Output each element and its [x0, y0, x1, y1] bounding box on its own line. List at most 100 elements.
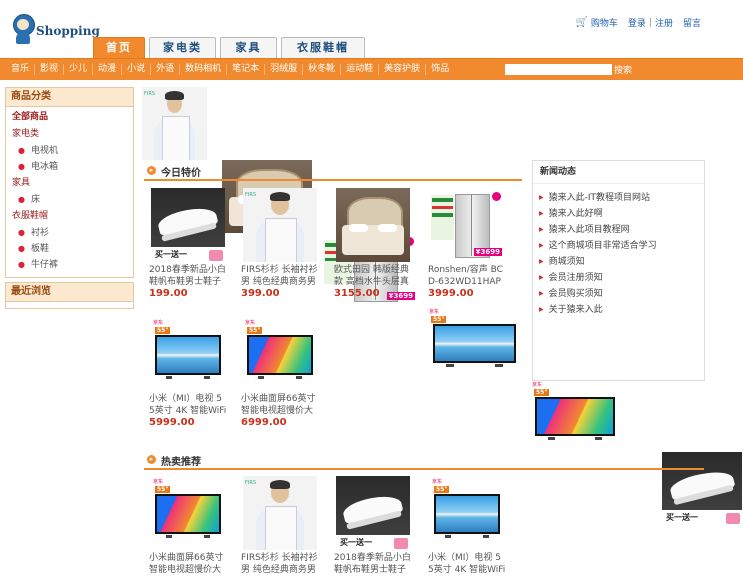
- nav-item[interactable]: 秋冬靴: [303, 64, 342, 75]
- news-item[interactable]: ▶ 会员注册须知: [539, 270, 704, 286]
- nav-item[interactable]: 外语: [151, 64, 181, 75]
- login-link[interactable]: 登录: [628, 16, 646, 29]
- product-price: 3155.00: [334, 288, 380, 299]
- tab-home[interactable]: 首页: [93, 37, 145, 58]
- cart-icon[interactable]: 🛒: [575, 17, 587, 28]
- nav-item[interactable]: 音乐: [6, 64, 36, 75]
- product-card[interactable]: FIRS FIRS杉杉 长袖衬衫男 纯色经典商务男: [241, 476, 319, 576]
- product-name[interactable]: FIRS杉杉 长袖衬衫男 纯色经典商务男: [241, 552, 319, 576]
- banner-strip: FIRS ¥3699 京东 55" 京东 55" 买一送一: [142, 87, 742, 525]
- product-image[interactable]: 买一送一: [336, 476, 410, 550]
- site-logo[interactable]: Shopping: [12, 14, 100, 44]
- product-price: 3999.00: [428, 288, 474, 299]
- nav-item[interactable]: 数码相机: [180, 64, 228, 75]
- arrow-right-icon: ▸: [147, 166, 156, 175]
- product-name[interactable]: FIRS杉杉 长袖衬衫男 纯色经典商务男: [241, 264, 319, 288]
- bullet-icon: ●: [18, 195, 25, 204]
- product-name[interactable]: 2018春季新品小白鞋帆布鞋男士鞋子男: [334, 552, 412, 576]
- product-image[interactable]: 京东 55": [151, 317, 225, 391]
- news-item[interactable]: ▶ 会员购买须知: [539, 286, 704, 302]
- sidebar-group-furniture[interactable]: 家具: [6, 175, 133, 192]
- sidebar-item-all[interactable]: 全部商品: [6, 109, 133, 126]
- search-input[interactable]: [505, 64, 612, 75]
- product-image[interactable]: FIRS: [243, 188, 317, 262]
- bullet-icon: ●: [18, 146, 25, 155]
- bullet-icon: ●: [18, 228, 25, 237]
- news-item[interactable]: ▶ 这个商城项目非常适合学习: [539, 238, 704, 254]
- product-card[interactable]: 京东55"小米（MI）电视 55英寸 4K 智能WiFi网: [428, 476, 506, 576]
- tab-furniture[interactable]: 家具: [220, 37, 277, 58]
- product-image[interactable]: [336, 188, 410, 262]
- search-button[interactable]: 搜索: [614, 63, 632, 76]
- separator: |: [648, 17, 652, 28]
- product-card[interactable]: 京东 55" 小米曲面屏66英寸智能电视超慢价大: [149, 476, 227, 576]
- product-image[interactable]: 京东 55": [151, 476, 225, 550]
- sidebar-group-appliances[interactable]: 家电类: [6, 126, 133, 143]
- banner-image[interactable]: 京东 55": [427, 306, 522, 379]
- recent-panel: 最近浏览: [5, 282, 134, 309]
- news-item[interactable]: ▶ 猿来入此-IT教程项目网站: [539, 190, 704, 206]
- sidebar-item-shirt[interactable]: ● 衬衫: [6, 225, 133, 241]
- product-card[interactable]: 京东 55" 小米曲面屏66英寸 智能电视超慢价大 6999.00: [241, 317, 319, 428]
- nav-item[interactable]: 美容护肤: [379, 64, 427, 75]
- sidebar-item-jeans[interactable]: ● 牛仔裤: [6, 257, 133, 273]
- price-tag: ¥3699: [473, 248, 502, 256]
- product-card[interactable]: FIRS FIRS杉杉 长袖衬衫男 纯色经典商务男 399.00: [241, 188, 319, 299]
- product-image[interactable]: FIRS: [243, 476, 317, 550]
- section-header-today: ▸ 今日特价: [144, 163, 522, 181]
- sidebar-group-clothing[interactable]: 衣服鞋帽: [6, 208, 133, 225]
- product-card[interactable]: 买一送一 2018春季新品小白鞋帆布鞋男士鞋子男: [334, 476, 412, 576]
- product-name[interactable]: 小米曲面屏66英寸 智能电视超慢价大: [241, 393, 319, 417]
- product-image[interactable]: ¥3699: [430, 188, 504, 262]
- tab-clothing[interactable]: 衣服鞋帽: [281, 37, 365, 58]
- recent-panel-title: 最近浏览: [6, 283, 133, 302]
- news-item[interactable]: ▶ 商城须知: [539, 254, 704, 270]
- triangle-bullet-icon: ▶: [539, 226, 544, 233]
- product-card[interactable]: ¥3699 Ronshen/容声 BCD-632WD11HAP电3999.00: [428, 188, 506, 299]
- promo-text: 买一送一: [340, 538, 372, 547]
- bullet-icon: ●: [18, 244, 25, 253]
- product-name[interactable]: Ronshen/容声 BCD-632WD11HAP电: [428, 264, 506, 288]
- product-name[interactable]: 小米（MI）电视 55英寸 4K 智能WiFi网: [149, 393, 227, 417]
- product-card[interactable]: 京东55"小米（MI）电视 55英寸 4K 智能WiFi网5999.00: [149, 317, 227, 428]
- section-header-hot: ▸ 热卖推荐: [144, 452, 704, 470]
- register-link[interactable]: 注册: [655, 16, 673, 29]
- nav-item[interactable]: 小说: [122, 64, 152, 75]
- sidebar-item-tv[interactable]: ● 电视机: [6, 143, 133, 159]
- cart-link[interactable]: 购物车: [591, 16, 618, 29]
- product-name[interactable]: 小米曲面屏66英寸智能电视超慢价大: [149, 552, 227, 576]
- news-item[interactable]: ▶ 关于猿来入此: [539, 302, 704, 318]
- category-panel-title: 商品分类: [6, 88, 133, 107]
- product-card[interactable]: 欧式田园 韩版经典款 高档水牛头层真 3155.00: [334, 188, 412, 299]
- sidebar-item-sneakers[interactable]: ● 板鞋: [6, 241, 133, 257]
- monkey-mascot-icon: [12, 14, 35, 44]
- sidebar-item-bed[interactable]: ● 床: [6, 192, 133, 208]
- nav-item[interactable]: 影视: [35, 64, 65, 75]
- product-card[interactable]: 买一送一 2018春季新品小白鞋帆布鞋男士鞋子男199.00: [149, 188, 227, 299]
- news-list: ▶ 猿来入此-IT教程项目网站 ▶ 猿来入此好啊 ▶ 猿来入此项目教程网 ▶ 这个商城项目非常…: [533, 184, 704, 318]
- message-link[interactable]: 留言: [683, 16, 701, 29]
- nav-item[interactable]: 少儿: [64, 64, 94, 75]
- category-list: 全部商品 家电类 ● 电视机 ● 电冰箱 家具 ● 床 衣服鞋帽 ● 衬衫 ● 板鞋 ● 牛…: [6, 107, 133, 277]
- sidebar-item-fridge[interactable]: ● 电冰箱: [6, 159, 133, 175]
- section-title: 热卖推荐: [161, 457, 201, 468]
- news-item[interactable]: ▶ 猿来入此好啊: [539, 206, 704, 222]
- nav-item[interactable]: 笔记本: [227, 64, 266, 75]
- jd-tag: 京东: [429, 309, 440, 315]
- nav-item[interactable]: 饰品: [426, 64, 454, 75]
- bullet-icon: ●: [18, 162, 25, 171]
- news-item[interactable]: ▶ 猿来入此项目教程网: [539, 222, 704, 238]
- nav-item[interactable]: 运动鞋: [341, 64, 380, 75]
- banner-image[interactable]: FIRS: [142, 87, 207, 160]
- tab-appliances[interactable]: 家电类: [149, 37, 216, 58]
- product-name[interactable]: 2018春季新品小白鞋帆布鞋男士鞋子男: [149, 264, 227, 288]
- nav-item[interactable]: 羽绒服: [265, 64, 304, 75]
- main-tabs: 首页 家电类 家具 衣服鞋帽: [93, 37, 365, 58]
- banner-image[interactable]: 京东 55": [530, 379, 620, 452]
- product-image[interactable]: 京东 55": [430, 476, 504, 550]
- product-image[interactable]: 京东 55": [243, 317, 317, 391]
- nav-item[interactable]: 动漫: [93, 64, 123, 75]
- product-name[interactable]: 小米（MI）电视 55英寸 4K 智能WiFi网: [428, 552, 506, 576]
- product-name[interactable]: 欧式田园 韩版经典款 高档水牛头层真: [334, 264, 412, 288]
- product-image[interactable]: 买一送一: [151, 188, 225, 262]
